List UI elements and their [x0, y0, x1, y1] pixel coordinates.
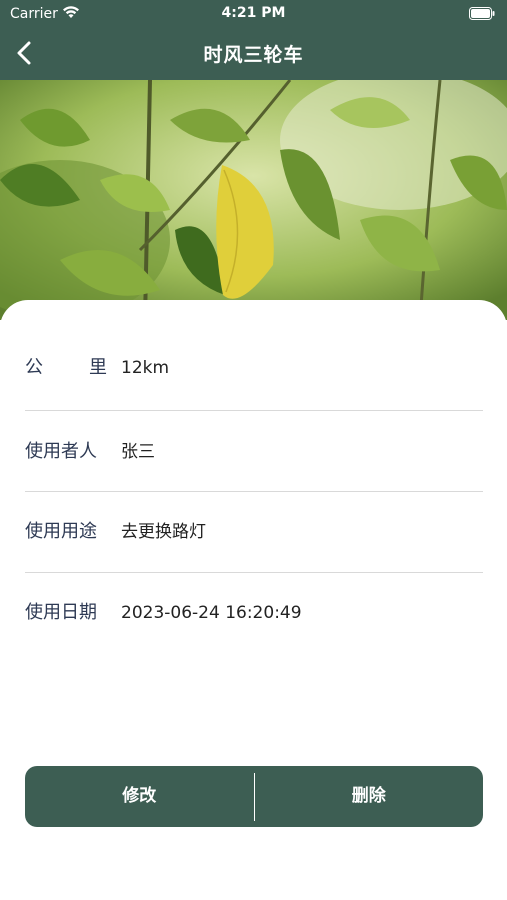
divider: [25, 410, 483, 411]
detail-row-distance: 公里 12km: [25, 328, 483, 408]
detail-row-user: 使用者人 张三: [25, 412, 483, 492]
user-label: 使用者人: [25, 441, 97, 462]
purpose-label: 使用用途: [25, 521, 97, 542]
nav-bar: 时风三轮车: [0, 28, 507, 80]
distance-value: 12km: [121, 358, 170, 378]
action-bar: 修改 删除: [25, 766, 483, 827]
header: Carrier 4:21 PM 时风三轮车: [0, 0, 507, 80]
date-label: 使用日期: [25, 602, 97, 623]
date-value: 2023-06-24 16:20:49: [121, 603, 302, 623]
edit-button[interactable]: 修改: [25, 766, 254, 827]
leaves-image: [0, 80, 507, 320]
page-title: 时风三轮车: [203, 44, 304, 66]
battery-icon: [469, 7, 495, 20]
detail-row-purpose: 使用用途 去更换路灯: [25, 492, 483, 572]
detail-row-date: 使用日期 2023-06-24 16:20:49: [25, 573, 483, 653]
status-bar: Carrier 4:21 PM: [0, 0, 507, 28]
status-time: 4:21 PM: [221, 5, 286, 21]
delete-button[interactable]: 删除: [255, 766, 484, 827]
distance-label: 公里: [25, 357, 107, 378]
user-value: 张三: [121, 442, 155, 462]
purpose-value: 去更换路灯: [121, 522, 206, 542]
header-photo: [0, 80, 507, 320]
